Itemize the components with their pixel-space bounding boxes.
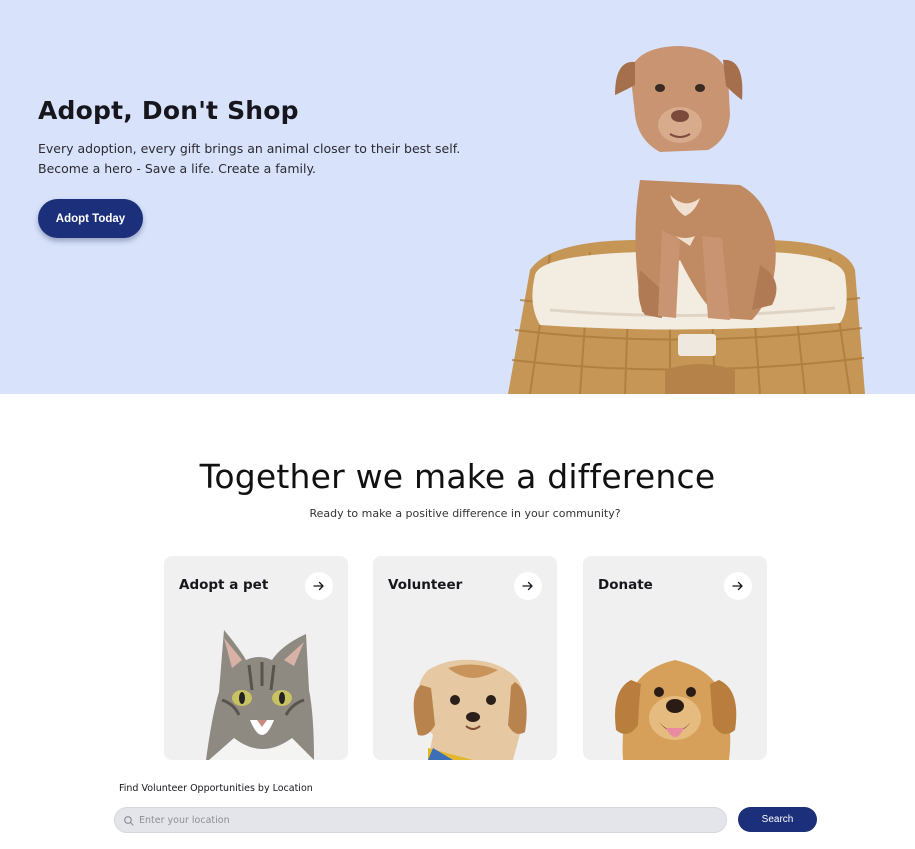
puppy-on-basket-image: [508, 46, 865, 394]
search-button[interactable]: Search: [738, 807, 817, 832]
card-title: Donate: [598, 577, 653, 593]
location-search-input[interactable]: [139, 808, 719, 832]
donate-card[interactable]: Donate: [583, 556, 767, 760]
hero-title: Adopt, Don't Shop: [38, 96, 299, 125]
section-title: Together we make a difference: [199, 457, 716, 496]
arrow-right-icon[interactable]: [514, 572, 542, 600]
search-label: Find Volunteer Opportunities by Location: [119, 783, 313, 794]
card-title: Volunteer: [388, 577, 463, 593]
section-subtitle: Ready to make a positive difference in y…: [309, 507, 621, 520]
adopt-a-pet-card[interactable]: Adopt a pet: [164, 556, 348, 760]
hero-description: Every adoption, every gift brings an ani…: [38, 141, 461, 176]
golden-retriever-image: [615, 660, 737, 760]
adopt-today-button[interactable]: Adopt Today: [38, 199, 143, 238]
card-title: Adopt a pet: [179, 577, 269, 593]
arrow-right-icon[interactable]: [305, 572, 333, 600]
volunteer-card[interactable]: Volunteer: [373, 556, 557, 760]
shih-tzu-puppy-image: [413, 659, 527, 760]
location-search-box[interactable]: [114, 807, 727, 833]
search-icon: [124, 816, 134, 826]
tabby-cat-image: [206, 630, 314, 760]
hero-banner: Adopt, Don't Shop Every adoption, every …: [0, 0, 915, 394]
arrow-right-icon[interactable]: [724, 572, 752, 600]
